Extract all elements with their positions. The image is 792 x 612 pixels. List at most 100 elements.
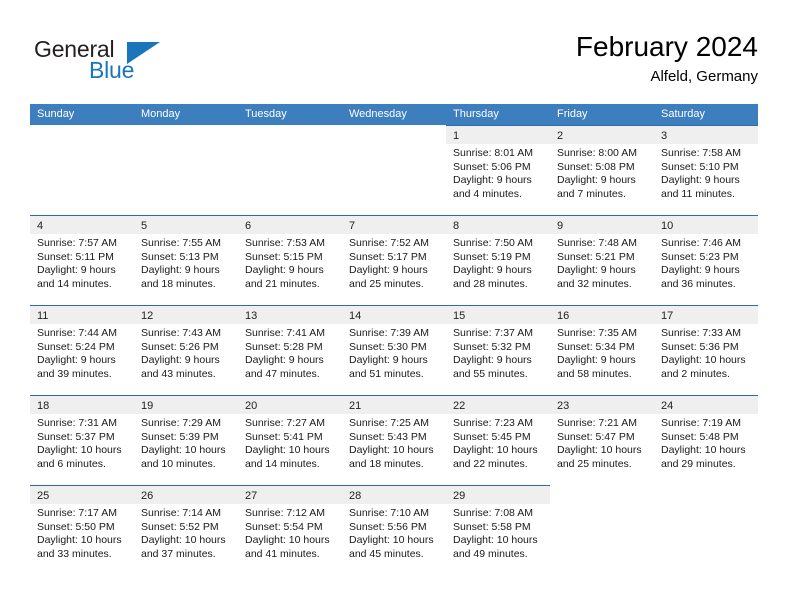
day-sun-info: Sunrise: 7:57 AM Sunset: 5:11 PM Daylight:… [30, 234, 134, 291]
day-cell[interactable]: 14 Sunrise: 7:39 AM Sunset: 5:30 PM Dayligh… [342, 305, 446, 395]
day-cell[interactable]: 26 Sunrise: 7:14 AM Sunset: 5:52 PM Dayligh… [134, 485, 238, 575]
sunset-time: Sunset: 5:45 PM [453, 430, 531, 443]
weekday-header-monday: Monday [141, 108, 181, 120]
day-cell[interactable]: 5 Sunrise: 7:55 AM Sunset: 5:13 PM Daylight… [134, 215, 238, 305]
day-cell[interactable]: 28 Sunrise: 7:10 AM Sunset: 5:56 PM Dayligh… [342, 485, 446, 575]
day-cell[interactable]: 10 Sunrise: 7:46 AM Sunset: 5:23 PM Dayligh… [654, 215, 758, 305]
day-cell[interactable]: 12 Sunrise: 7:43 AM Sunset: 5:26 PM Dayligh… [134, 305, 238, 395]
day-sun-info: Sunrise: 7:25 AM Sunset: 5:43 PM Daylight:… [342, 414, 446, 471]
day-cell[interactable]: 20 Sunrise: 7:27 AM Sunset: 5:41 PM Dayligh… [238, 395, 342, 485]
day-number-band: 22 [446, 396, 550, 414]
day-number-band: 26 [134, 486, 238, 504]
daylight-duration-line2: and 29 minutes. [661, 457, 736, 470]
sunrise-time: Sunrise: 7:17 AM [37, 507, 117, 519]
week-row: 4 Sunrise: 7:57 AM Sunset: 5:11 PM Daylight… [30, 215, 758, 305]
daylight-duration-line2: and 6 minutes. [37, 457, 106, 470]
sunrise-time: Sunrise: 7:08 AM [453, 507, 533, 519]
daylight-duration-line1: Daylight: 10 hours [37, 444, 122, 457]
day-cell[interactable]: 25 Sunrise: 7:17 AM Sunset: 5:50 PM Dayligh… [30, 485, 134, 575]
day-number-band: 1 [446, 126, 550, 144]
day-cell[interactable]: 2 Sunrise: 8:00 AM Sunset: 5:08 PM Daylight… [550, 125, 654, 215]
sunrise-time: Sunrise: 7:27 AM [245, 417, 325, 429]
day-number-band: 8 [446, 216, 550, 234]
sunset-time: Sunset: 5:48 PM [661, 430, 739, 443]
day-cell[interactable]: 29 Sunrise: 7:08 AM Sunset: 5:58 PM Dayligh… [446, 485, 550, 575]
sunset-time: Sunset: 5:43 PM [349, 430, 427, 443]
daylight-duration-line1: Daylight: 10 hours [141, 444, 226, 457]
daylight-duration-line1: Daylight: 10 hours [453, 534, 538, 547]
daylight-duration-line1: Daylight: 10 hours [141, 534, 226, 547]
daylight-duration-line2: and 21 minutes. [245, 277, 320, 290]
day-number-band: 17 [654, 306, 758, 324]
day-number-band: 28 [342, 486, 446, 504]
day-sun-info: Sunrise: 7:52 AM Sunset: 5:17 PM Daylight:… [342, 234, 446, 291]
daylight-duration-line1: Daylight: 9 hours [453, 174, 532, 187]
day-cell[interactable]: 15 Sunrise: 7:37 AM Sunset: 5:32 PM Dayligh… [446, 305, 550, 395]
day-number: 16 [557, 310, 570, 322]
day-cell[interactable]: 11 Sunrise: 7:44 AM Sunset: 5:24 PM Dayligh… [30, 305, 134, 395]
day-number-band: 14 [342, 306, 446, 324]
day-cell[interactable]: 24 Sunrise: 7:19 AM Sunset: 5:48 PM Dayligh… [654, 395, 758, 485]
day-number: 19 [141, 400, 154, 412]
sunset-time: Sunset: 5:32 PM [453, 340, 531, 353]
sunset-time: Sunset: 5:23 PM [661, 250, 739, 263]
day-number: 25 [37, 490, 50, 502]
day-cell[interactable]: 23 Sunrise: 7:21 AM Sunset: 5:47 PM Dayligh… [550, 395, 654, 485]
day-number-band: 29 [446, 486, 550, 504]
day-number-band: 12 [134, 306, 238, 324]
day-cell[interactable]: 4 Sunrise: 7:57 AM Sunset: 5:11 PM Daylight… [30, 215, 134, 305]
day-cell[interactable]: 17 Sunrise: 7:33 AM Sunset: 5:36 PM Dayligh… [654, 305, 758, 395]
day-number: 5 [141, 220, 148, 232]
day-cell[interactable]: 19 Sunrise: 7:29 AM Sunset: 5:39 PM Dayligh… [134, 395, 238, 485]
daylight-duration-line1: Daylight: 10 hours [349, 534, 434, 547]
day-cell[interactable]: 3 Sunrise: 7:58 AM Sunset: 5:10 PM Daylight… [654, 125, 758, 215]
day-sun-info: Sunrise: 7:35 AM Sunset: 5:34 PM Daylight:… [550, 324, 654, 381]
day-sun-info: Sunrise: 7:19 AM Sunset: 5:48 PM Daylight:… [654, 414, 758, 471]
sunrise-time: Sunrise: 7:33 AM [661, 327, 741, 339]
daylight-duration-line1: Daylight: 9 hours [557, 354, 636, 367]
calendar-page: General Blue February 2024 Alfeld, Germa… [0, 0, 792, 612]
day-cell[interactable]: 1 Sunrise: 8:01 AM Sunset: 5:06 PM Daylight… [446, 125, 550, 215]
day-cell[interactable]: 27 Sunrise: 7:12 AM Sunset: 5:54 PM Dayligh… [238, 485, 342, 575]
day-cell[interactable]: 13 Sunrise: 7:41 AM Sunset: 5:28 PM Dayligh… [238, 305, 342, 395]
sunset-time: Sunset: 5:34 PM [557, 340, 635, 353]
calendar-grid: Sunday Monday Tuesday Wednesday Thursday Frid… [30, 104, 758, 575]
day-sun-info: Sunrise: 7:37 AM Sunset: 5:32 PM Daylight:… [446, 324, 550, 381]
generalblue-logo[interactable]: General Blue [34, 36, 204, 88]
day-sun-info: Sunrise: 8:00 AM Sunset: 5:08 PM Daylight:… [550, 144, 654, 201]
day-number-band: 19 [134, 396, 238, 414]
day-cell[interactable]: 18 Sunrise: 7:31 AM Sunset: 5:37 PM Dayligh… [30, 395, 134, 485]
day-number: 3 [661, 130, 668, 142]
day-number: 4 [37, 220, 44, 232]
day-number-band: 6 [238, 216, 342, 234]
page-header: General Blue February 2024 Alfeld, Germa… [0, 0, 792, 104]
page-title: February 2024 [575, 31, 758, 62]
day-cell[interactable]: 22 Sunrise: 7:23 AM Sunset: 5:45 PM Dayligh… [446, 395, 550, 485]
day-number-band [134, 125, 238, 143]
daylight-duration-line1: Daylight: 9 hours [661, 264, 740, 277]
day-cell[interactable]: 16 Sunrise: 7:35 AM Sunset: 5:34 PM Dayligh… [550, 305, 654, 395]
day-cell[interactable]: 9 Sunrise: 7:48 AM Sunset: 5:21 PM Daylight… [550, 215, 654, 305]
sunset-time: Sunset: 5:06 PM [453, 160, 531, 173]
day-number: 6 [245, 220, 252, 232]
day-cell-empty [342, 125, 446, 215]
daylight-duration-line1: Daylight: 10 hours [557, 444, 642, 457]
day-cell[interactable]: 6 Sunrise: 7:53 AM Sunset: 5:15 PM Daylight… [238, 215, 342, 305]
daylight-duration-line2: and 43 minutes. [141, 367, 216, 380]
day-sun-info: Sunrise: 7:46 AM Sunset: 5:23 PM Daylight:… [654, 234, 758, 291]
daylight-duration-line1: Daylight: 9 hours [453, 264, 532, 277]
sunset-time: Sunset: 5:08 PM [557, 160, 635, 173]
daylight-duration-line2: and 7 minutes. [557, 187, 626, 200]
sunrise-time: Sunrise: 7:50 AM [453, 237, 533, 249]
day-cell[interactable]: 21 Sunrise: 7:25 AM Sunset: 5:43 PM Dayligh… [342, 395, 446, 485]
day-cell[interactable]: 8 Sunrise: 7:50 AM Sunset: 5:19 PM Daylight… [446, 215, 550, 305]
daylight-duration-line2: and 49 minutes. [453, 547, 528, 560]
day-number: 23 [557, 400, 570, 412]
sunrise-time: Sunrise: 7:14 AM [141, 507, 221, 519]
weekday-header-wednesday: Wednesday [349, 108, 407, 120]
sunrise-time: Sunrise: 7:46 AM [661, 237, 741, 249]
daylight-duration-line1: Daylight: 9 hours [245, 354, 324, 367]
day-cell[interactable]: 7 Sunrise: 7:52 AM Sunset: 5:17 PM Daylight… [342, 215, 446, 305]
sunset-time: Sunset: 5:37 PM [37, 430, 115, 443]
daylight-duration-line1: Daylight: 9 hours [141, 264, 220, 277]
